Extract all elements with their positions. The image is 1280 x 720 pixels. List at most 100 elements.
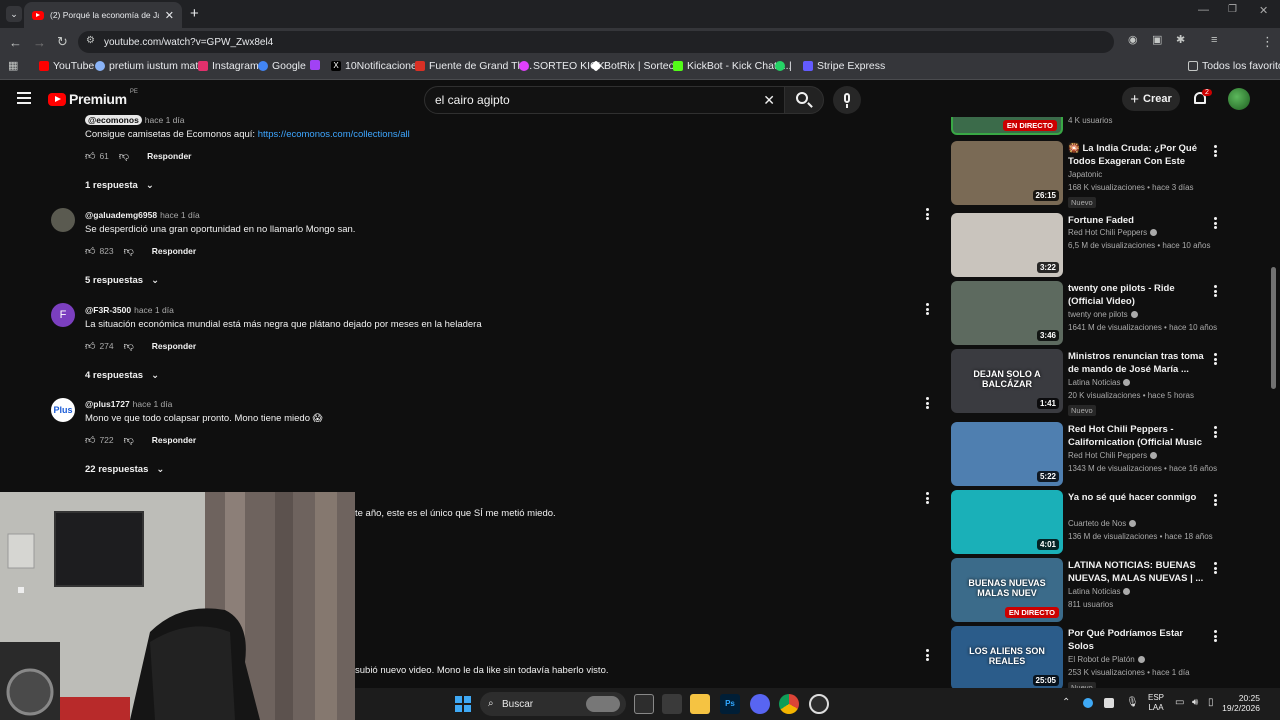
- comment-author[interactable]: @galuademg6958: [85, 210, 157, 220]
- all-bookmarks-folder[interactable]: Todos los favoritos: [1188, 60, 1280, 72]
- channel-name[interactable]: El Robot de Platón: [1068, 655, 1145, 664]
- like-icon[interactable]: 👍︎: [85, 245, 95, 257]
- forward-arrow-icon[interactable]: →: [33, 36, 46, 49]
- task-view-icon[interactable]: [634, 694, 654, 714]
- channel-name[interactable]: Red Hot Chili Peppers: [1068, 451, 1158, 460]
- comment-menu-icon[interactable]: [924, 303, 930, 315]
- view-replies-button[interactable]: 1 respuesta ⌄: [85, 180, 154, 191]
- comment-time[interactable]: hace 1 día: [133, 399, 173, 409]
- extensions-puzzle-icon[interactable]: ✱: [1176, 35, 1185, 46]
- recommendation-card[interactable]: DEJAN SOLO A BALCÁZAR 1:41 Ministros renun…: [951, 349, 1221, 416]
- bookmark-whatsapp[interactable]: |: [775, 60, 792, 72]
- comment-time[interactable]: hace 1 día: [160, 210, 200, 220]
- recommendation-card[interactable]: BUENAS NUEVAS MALAS NUEV EN DIRECTO LATINA…: [951, 558, 1221, 622]
- video-title[interactable]: Fortune Faded: [1068, 214, 1204, 227]
- dislike-icon[interactable]: 👎︎: [124, 245, 134, 257]
- video-title[interactable]: Por Qué Podríamos Estar Solos: [1068, 627, 1204, 653]
- battery-icon[interactable]: ▯: [1208, 697, 1214, 708]
- close-window-icon[interactable]: ✕: [1259, 4, 1268, 17]
- comment-author[interactable]: @plus1727: [85, 399, 130, 409]
- video-thumbnail[interactable]: BUENAS NUEVAS MALAS NUEV EN DIRECTO: [951, 558, 1063, 622]
- channel-name[interactable]: Latina Noticias: [1068, 587, 1131, 596]
- discord-icon[interactable]: [750, 694, 770, 714]
- view-replies-button[interactable]: 22 respuestas ⌄: [85, 464, 164, 475]
- video-thumbnail[interactable]: DEJAN SOLO A BALCÁZAR 1:41: [951, 349, 1063, 413]
- video-menu-icon[interactable]: [1212, 353, 1218, 365]
- bookmark-stripe[interactable]: Stripe Express: [803, 60, 885, 72]
- channel-name[interactable]: Cuarteto de Nos: [1068, 519, 1137, 528]
- bookmark-unnamed[interactable]: [310, 60, 320, 70]
- new-tab-button[interactable]: +: [190, 5, 199, 22]
- dislike-icon[interactable]: 👎︎: [124, 340, 134, 352]
- bookmark-kickbot[interactable]: KickBot - Kick Chatb...: [673, 60, 791, 72]
- video-thumbnail[interactable]: 4:01: [951, 490, 1063, 554]
- create-button[interactable]: + Crear: [1122, 87, 1180, 111]
- bookmark-instagram[interactable]: Instagram: [198, 60, 259, 72]
- reply-button[interactable]: Responder: [152, 435, 196, 445]
- comment-author[interactable]: @ecomonos: [85, 115, 142, 125]
- extension2-icon[interactable]: ▣: [1152, 35, 1162, 46]
- tray-icon[interactable]: [1104, 698, 1114, 708]
- bookmark-google[interactable]: Google: [258, 60, 306, 72]
- video-menu-icon[interactable]: [1212, 145, 1218, 157]
- avatar[interactable]: F: [51, 303, 75, 327]
- recommendation-card[interactable]: 3:46 twenty one pilots - Ride (Official V…: [951, 281, 1221, 345]
- dislike-icon[interactable]: 👎︎: [124, 434, 134, 446]
- comment-menu-icon[interactable]: [924, 492, 930, 504]
- search-button[interactable]: [784, 86, 824, 114]
- tab-close-icon[interactable]: ✕: [165, 9, 174, 22]
- clock[interactable]: 20:25 19/2/2026: [1222, 693, 1260, 713]
- video-title[interactable]: 🎇 La India Cruda: ¿Por Qué Todos Exagera…: [1068, 142, 1204, 168]
- bookmark-pretium[interactable]: pretium iustum mat...: [95, 60, 207, 72]
- extension-icon[interactable]: ◉: [1128, 35, 1138, 46]
- reading-list-icon[interactable]: ≡: [1211, 35, 1217, 46]
- hamburger-menu-icon[interactable]: [17, 92, 31, 104]
- chrome-icon[interactable]: [779, 694, 799, 714]
- browser-tab-active[interactable]: (2) Porqué la economía de Japó ✕: [24, 2, 182, 28]
- app-icon[interactable]: [662, 694, 682, 714]
- back-arrow-icon[interactable]: ←: [9, 36, 22, 49]
- video-menu-icon[interactable]: [1212, 630, 1218, 642]
- minimize-window-icon[interactable]: —: [1198, 4, 1209, 16]
- avatar[interactable]: Plus: [51, 398, 75, 422]
- comment-time[interactable]: hace 1 día: [134, 305, 174, 315]
- video-title[interactable]: LATINA NOTICIAS: BUENAS NUEVAS, MALAS NU…: [1068, 559, 1204, 585]
- bookmark-10notificaciones[interactable]: X 10Notificaciones: [331, 60, 422, 72]
- reload-icon[interactable]: ↻: [57, 35, 68, 48]
- view-replies-button[interactable]: 4 respuestas ⌄: [85, 370, 159, 381]
- video-thumbnail[interactable]: LOS ALIENS SON REALES 25:05: [951, 626, 1063, 690]
- video-title[interactable]: twenty one pilots - Ride (Official Video…: [1068, 282, 1204, 308]
- avatar[interactable]: [51, 208, 75, 232]
- recommendation-card[interactable]: 5:22 Red Hot Chili Peppers - Californicat…: [951, 422, 1221, 486]
- mic-tray-icon[interactable]: 🎙︎: [1126, 697, 1139, 708]
- restore-window-icon[interactable]: ❐: [1228, 4, 1237, 15]
- video-menu-icon[interactable]: [1212, 217, 1218, 229]
- reply-button[interactable]: Responder: [152, 341, 196, 351]
- view-replies-button[interactable]: 5 respuestas ⌄: [85, 275, 159, 286]
- channel-name[interactable]: Japatonic: [1068, 170, 1102, 179]
- video-title[interactable]: Ya no sé qué hacer conmigo: [1068, 491, 1204, 504]
- chrome-menu-icon[interactable]: ⋮: [1261, 35, 1274, 48]
- channel-name[interactable]: Red Hot Chili Peppers: [1068, 228, 1158, 237]
- youtube-premium-logo[interactable]: Premium PE: [48, 89, 138, 107]
- video-menu-icon[interactable]: [1212, 426, 1218, 438]
- photoshop-icon[interactable]: Ps: [720, 694, 740, 714]
- comment-link[interactable]: https://ecomonos.com/collections/all: [258, 129, 410, 140]
- network-icon[interactable]: ▭: [1175, 697, 1184, 708]
- video-thumbnail[interactable]: 5:22: [951, 422, 1063, 486]
- comment-menu-icon[interactable]: [924, 208, 930, 220]
- dislike-icon[interactable]: 👎︎: [119, 150, 129, 162]
- comment-menu-icon[interactable]: [924, 649, 930, 661]
- comment-time[interactable]: hace 1 día: [145, 115, 185, 125]
- bookmark-youtube[interactable]: YouTube: [39, 60, 94, 72]
- comment-author[interactable]: @F3R-3500: [85, 305, 131, 315]
- voice-search-button[interactable]: [833, 86, 861, 114]
- reply-button[interactable]: Responder: [147, 151, 191, 161]
- address-bar[interactable]: ⚙ youtube.com/watch?v=GPW_Zwx8el4: [78, 31, 1114, 53]
- video-menu-icon[interactable]: [1212, 494, 1218, 506]
- recommendation-card[interactable]: 26:15 🎇 La India Cruda: ¿Por Qué Todos Ex…: [951, 141, 1221, 208]
- recommendation-card[interactable]: 4:01 Ya no sé qué hacer conmigo Cuarteto d…: [951, 490, 1221, 554]
- reply-button[interactable]: Responder: [152, 246, 196, 256]
- video-menu-icon[interactable]: [1212, 562, 1218, 574]
- sidebar-scrollbar[interactable]: [1271, 267, 1276, 389]
